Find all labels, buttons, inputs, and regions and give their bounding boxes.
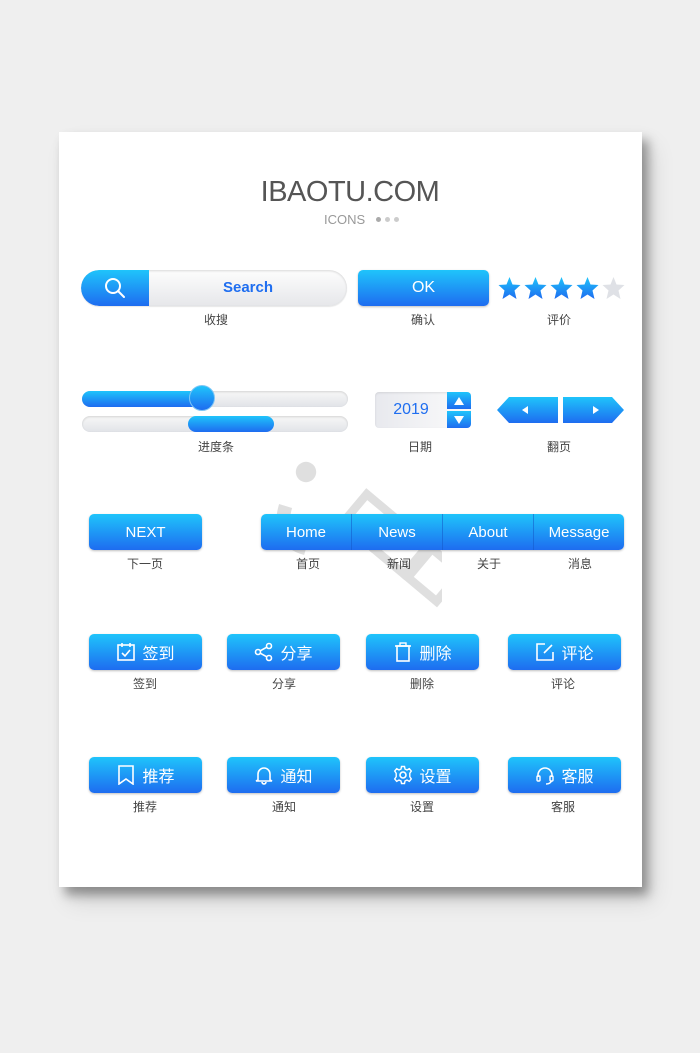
bookmark-icon — [118, 765, 135, 785]
nav-bar: Home News About Message — [261, 514, 624, 550]
search-button[interactable] — [81, 270, 149, 306]
prev-page-button[interactable] — [497, 397, 558, 423]
page-subtitle: ICONS — [324, 212, 366, 227]
share-button[interactable]: 分享 — [227, 634, 340, 670]
next-caption: 下一页 — [126, 557, 163, 571]
triangle-down-icon — [454, 415, 464, 424]
share-label: 分享 — [280, 644, 313, 663]
nav-caption-message: 消息 — [567, 557, 592, 571]
search-bar[interactable]: Search — [81, 270, 347, 306]
support-label: 客服 — [561, 767, 594, 786]
star-filled-icon[interactable] — [497, 276, 522, 300]
next-page-button[interactable] — [563, 397, 624, 423]
rating-caption: 评价 — [546, 313, 571, 327]
support-button[interactable]: 客服 — [508, 757, 621, 793]
nav-caption-home: 首页 — [295, 557, 320, 571]
support-caption: 客服 — [550, 800, 575, 814]
nav-item-news[interactable]: News — [351, 514, 442, 550]
edit-icon — [536, 643, 555, 661]
delete-caption: 删除 — [409, 677, 434, 691]
nav-caption-news: 新闻 — [386, 557, 411, 571]
checkin-caption: 签到 — [132, 677, 157, 691]
share-caption: 分享 — [271, 677, 296, 691]
star-empty-icon[interactable] — [601, 276, 626, 300]
year-stepper[interactable]: 2019 — [375, 392, 471, 428]
nav-item-home[interactable]: Home — [261, 514, 351, 550]
ok-caption: 确认 — [410, 313, 435, 327]
checkin-button[interactable]: 签到 — [89, 634, 202, 670]
comment-label: 评论 — [561, 644, 594, 663]
nav-caption-about: 关于 — [476, 557, 501, 571]
range-fill — [188, 416, 274, 432]
star-filled-icon[interactable] — [523, 276, 548, 300]
recommend-label: 推荐 — [142, 767, 175, 786]
decrement-button[interactable] — [447, 411, 471, 428]
share-icon — [255, 642, 273, 662]
notify-caption: 通知 — [271, 800, 296, 814]
page-title: IBAOTU.COM — [260, 176, 440, 208]
settings-label: 设置 — [419, 767, 452, 786]
recommend-caption: 推荐 — [132, 800, 157, 814]
delete-label: 删除 — [419, 644, 452, 663]
range-track[interactable] — [82, 416, 348, 432]
star-filled-icon[interactable] — [575, 276, 600, 300]
progress-caption: 进度条 — [197, 440, 234, 454]
notify-label: 通知 — [280, 767, 313, 786]
settings-caption: 设置 — [409, 800, 434, 814]
recommend-button[interactable]: 推荐 — [89, 757, 202, 793]
next-button[interactable]: NEXT — [89, 514, 202, 550]
trash-icon — [395, 642, 412, 662]
search-icon — [105, 278, 125, 298]
triangle-up-icon — [454, 396, 464, 405]
headset-icon — [536, 767, 555, 785]
pager-caption: 翻页 — [546, 440, 571, 454]
settings-button[interactable]: 设置 — [366, 757, 479, 793]
slider-fill — [82, 391, 202, 407]
gear-icon — [394, 765, 413, 785]
bell-icon — [256, 767, 273, 785]
checkin-label: 签到 — [142, 644, 175, 663]
date-caption: 日期 — [407, 440, 432, 454]
notify-button[interactable]: 通知 — [227, 757, 340, 793]
delete-button[interactable]: 删除 — [366, 634, 479, 670]
checkin-icon — [117, 643, 136, 661]
year-value[interactable]: 2019 — [375, 392, 447, 428]
star-filled-icon[interactable] — [549, 276, 574, 300]
pagination-dots — [376, 217, 399, 222]
increment-button[interactable] — [447, 392, 471, 409]
slider-track[interactable] — [82, 391, 348, 407]
slider-handle[interactable] — [188, 385, 215, 411]
comment-button[interactable]: 评论 — [508, 634, 621, 670]
ok-button[interactable]: OK — [358, 270, 489, 306]
nav-item-about[interactable]: About — [442, 514, 533, 550]
search-caption: 收搜 — [203, 313, 228, 327]
nav-item-message[interactable]: Message — [533, 514, 624, 550]
comment-caption: 评论 — [550, 677, 575, 691]
search-input[interactable]: Search — [149, 270, 347, 306]
star-rating[interactable] — [497, 276, 626, 300]
